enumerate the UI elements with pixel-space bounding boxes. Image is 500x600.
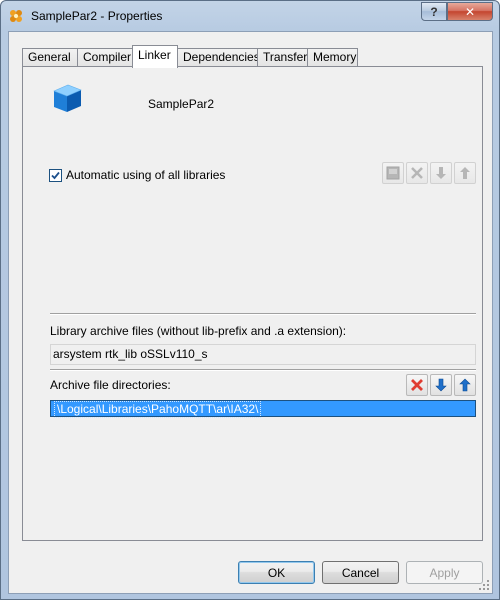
window-title: SamplePar2 - Properties [31, 9, 163, 23]
archive-dir-path: \Logical\Libraries\PahoMQTT\ar\IA32\ [54, 401, 262, 418]
archive-dir-list-item[interactable]: \Logical\Libraries\PahoMQTT\ar\IA32\ [50, 400, 476, 418]
move-down-icon [435, 378, 447, 392]
help-button[interactable]: ? [421, 2, 447, 21]
move-up-button[interactable] [454, 162, 476, 184]
move-up-icon [459, 378, 471, 392]
tab-label: Dependencies [183, 50, 260, 64]
blue-cube-icon [53, 84, 82, 112]
tab-transfer[interactable]: Transfer [257, 48, 308, 67]
move-up-icon [460, 167, 470, 179]
delete-icon [411, 379, 423, 391]
section-divider [50, 313, 476, 315]
dialog-client-area: General Compiler Linker Dependencies Tra… [8, 31, 493, 594]
tab-label: Compiler [83, 50, 132, 64]
checkmark-icon [51, 171, 60, 179]
library-files-field[interactable]: arsystem rtk_lib oSSLv110_s [50, 344, 476, 365]
auto-libraries-label: Automatic using of all libraries [66, 168, 226, 182]
ok-button[interactable]: OK [238, 561, 315, 584]
archive-dirs-label: Archive file directories: [50, 378, 171, 392]
close-icon: ✕ [464, 4, 476, 19]
tab-dependencies[interactable]: Dependencies [177, 48, 260, 67]
archive-dirs-toolbar [406, 374, 476, 396]
tab-label: Transfer [263, 50, 308, 64]
cancel-button[interactable]: Cancel [322, 561, 399, 584]
move-directory-up-button[interactable] [454, 374, 476, 396]
resize-grip-icon[interactable] [478, 579, 490, 591]
delete-button[interactable] [406, 162, 428, 184]
new-item-icon [386, 166, 400, 180]
library-toolbar [382, 162, 476, 184]
delete-directory-button[interactable] [406, 374, 428, 396]
tab-label: Linker [138, 48, 171, 62]
tab-linker[interactable]: Linker [132, 45, 178, 68]
linker-panel: SamplePar2 Automatic using of all librar… [23, 67, 482, 540]
tab-label: General [28, 50, 71, 64]
apply-button[interactable]: Apply [406, 561, 483, 584]
move-directory-down-button[interactable] [430, 374, 452, 396]
tab-general[interactable]: General [22, 48, 78, 67]
move-down-icon [436, 167, 446, 179]
tab-memory[interactable]: Memory [307, 48, 358, 67]
delete-icon [411, 167, 423, 179]
tab-compiler[interactable]: Compiler [77, 48, 133, 67]
project-name: SamplePar2 [148, 97, 215, 111]
library-files-label: Library archive files (without lib-prefi… [50, 324, 347, 338]
close-button[interactable]: ✕ [447, 2, 493, 21]
auto-libraries-option[interactable]: Automatic using of all libraries [49, 168, 225, 182]
title-bar[interactable]: SamplePar2 - Properties ? ✕ [1, 1, 499, 31]
help-icon: ? [430, 4, 438, 19]
section-divider [50, 369, 476, 371]
app-icon [10, 10, 22, 22]
properties-dialog: SamplePar2 - Properties ? ✕ General Comp… [0, 0, 500, 600]
tab-label: Memory [313, 50, 357, 64]
auto-libraries-checkbox[interactable] [49, 168, 62, 182]
new-item-button[interactable] [382, 162, 404, 184]
move-down-button[interactable] [430, 162, 452, 184]
